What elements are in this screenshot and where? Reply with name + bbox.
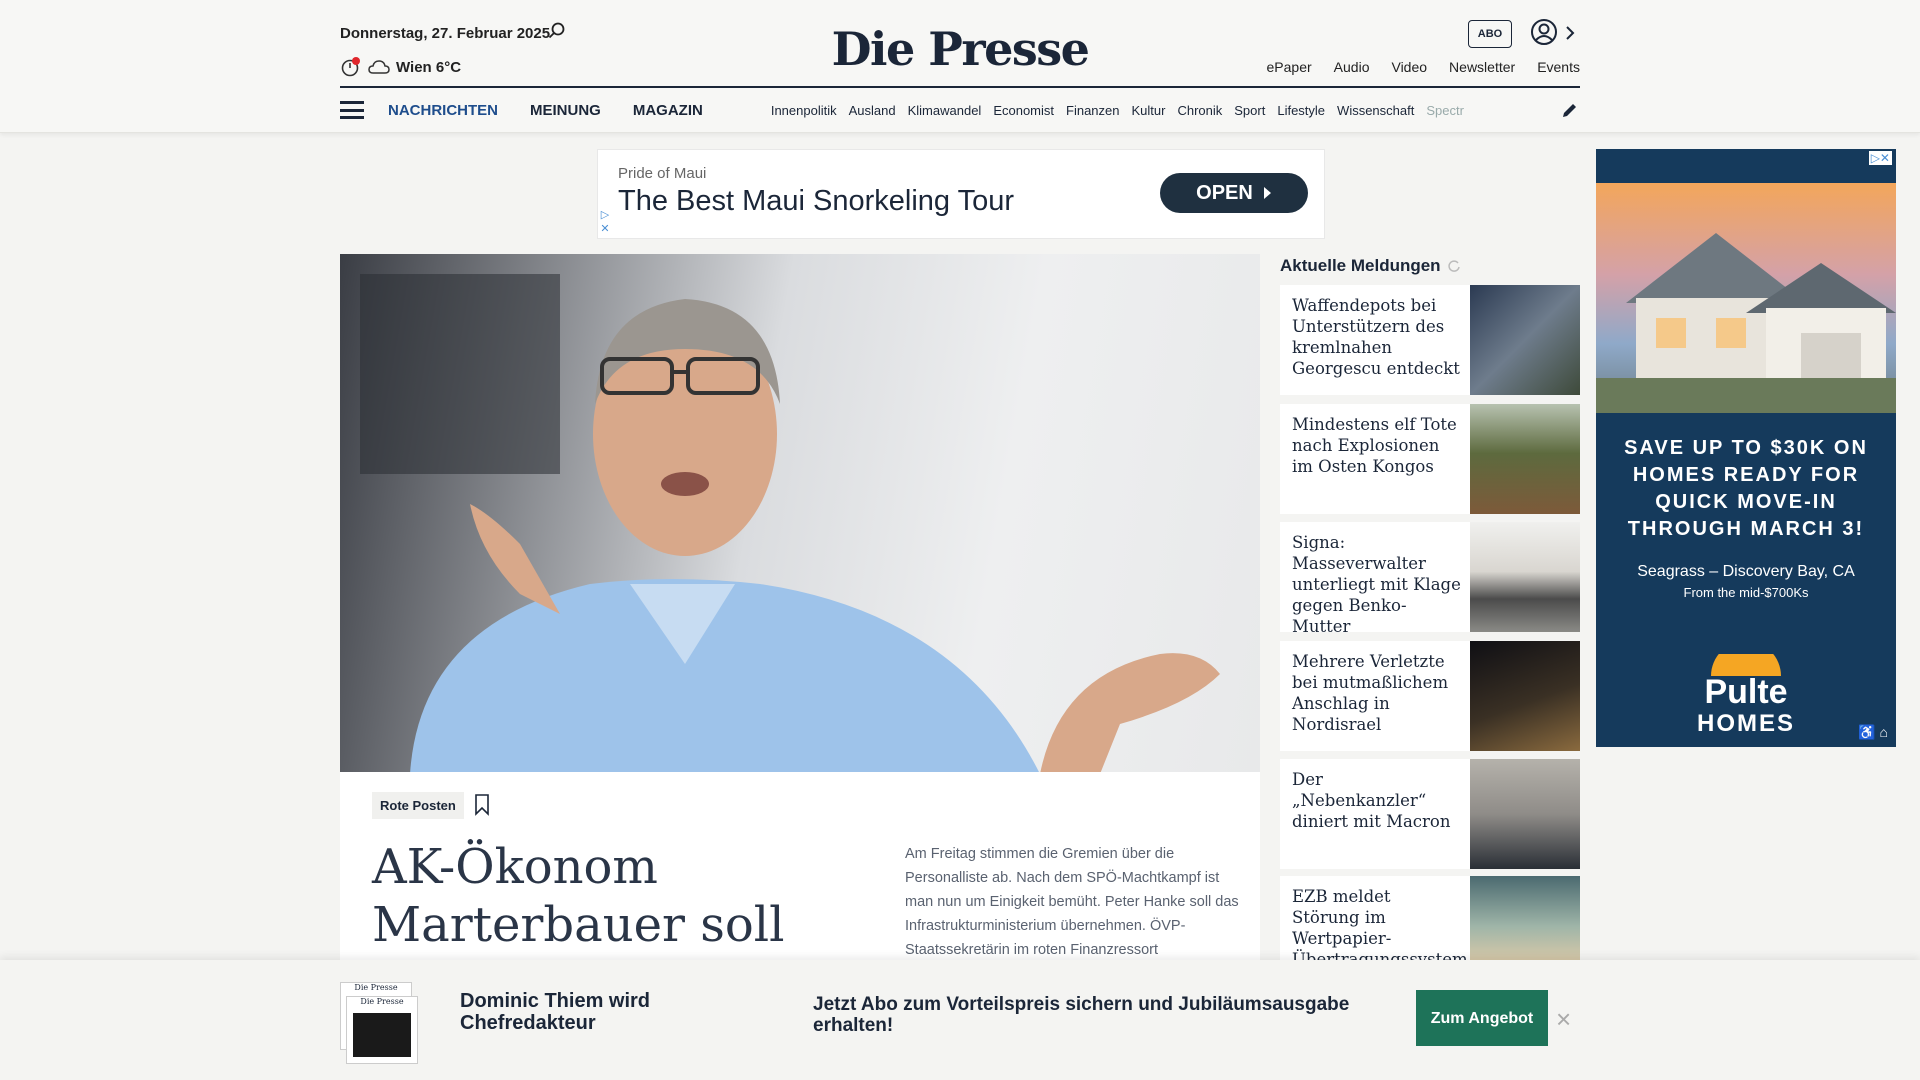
zum-angebot-button[interactable]: Zum Angebot [1416, 990, 1548, 1046]
ad-choices-icon[interactable]: ▷✕ [1868, 151, 1892, 165]
close-icon[interactable]: × [1556, 1004, 1571, 1035]
news-item-title: Signa: Masseverwalter unterliegt mit Kla… [1292, 533, 1461, 636]
menu-icon[interactable] [340, 101, 364, 119]
subnav-spectrum[interactable]: Spectr [1426, 103, 1464, 118]
subnav-wissenschaft[interactable]: Wissenschaft [1337, 103, 1414, 118]
ad-choices-icon[interactable]: ▷✕ [598, 208, 612, 236]
news-item[interactable]: EZB meldet Störung im Wertpapier-Übertra… [1280, 876, 1580, 969]
subnav-lifestyle[interactable]: Lifestyle [1277, 103, 1325, 118]
news-item-image [1470, 404, 1580, 514]
subnav-ausland[interactable]: Ausland [849, 103, 896, 118]
portrait-illustration [360, 274, 1220, 774]
abo-button[interactable]: ABO [1468, 20, 1512, 48]
play-arrow-icon [1263, 187, 1271, 199]
account-icon[interactable] [1530, 18, 1560, 48]
subnav-kultur[interactable]: Kultur [1132, 103, 1166, 118]
subscription-bar: Die Presse Die Presse Dominic Thiem wird… [0, 960, 1920, 1080]
ad-headline[interactable]: The Best Maui Snorkeling Tour [618, 185, 1014, 218]
news-item-title: Mindestens elf Tote nach Explosionen im … [1292, 415, 1457, 476]
refresh-icon [1447, 260, 1460, 272]
pulte-homes-logo: Pulte HOMES [1596, 654, 1896, 740]
article-tag[interactable]: Rote Posten [372, 792, 464, 819]
news-item-image [1470, 522, 1580, 632]
side-advertisement[interactable]: ▷✕ SAVE UP TO $30K ON HOMES READY FOR QU… [1596, 149, 1896, 747]
subnav-sport[interactable]: Sport [1234, 103, 1265, 118]
news-item-image [1470, 641, 1580, 751]
article-headline[interactable]: AK-Ökonom Marterbauer soll [372, 838, 792, 954]
news-item-title: Waffendepots bei Unterstützern des kreml… [1292, 296, 1460, 378]
subnav-finanzen[interactable]: Finanzen [1066, 103, 1119, 118]
bottom-bar-offer: Jetzt Abo zum Vorteilspreis sichern und … [813, 994, 1350, 1036]
subnav-klimawandel[interactable]: Klimawandel [908, 103, 982, 118]
news-item[interactable]: Signa: Masseverwalter unterliegt mit Kla… [1280, 522, 1580, 636]
side-ad-promo: SAVE UP TO $30K ON HOMES READY FOR QUICK… [1624, 437, 1868, 540]
news-item[interactable]: Waffendepots bei Unterstützern des kreml… [1280, 285, 1580, 395]
link-newsletter[interactable]: Newsletter [1449, 59, 1515, 75]
site-logo[interactable]: Die Presse [0, 22, 1920, 76]
link-audio[interactable]: Audio [1334, 59, 1370, 75]
pencil-icon[interactable] [1560, 100, 1580, 120]
link-events[interactable]: Events [1537, 59, 1580, 75]
bottom-bar-teaser[interactable]: Dominic Thiem wird Chefredakteur [460, 990, 690, 1034]
header-divider [340, 86, 1580, 88]
news-item-title: Der „Nebenkanzler“ diniert mit Macron [1292, 770, 1451, 831]
sidebar-heading-text: Aktuelle Meldungen [1280, 256, 1441, 275]
site-header: Donnerstag, 27. Februar 2025 Wien 6°C Di… [0, 0, 1920, 133]
article-lead: Am Freitag stimmen die Gremien über die … [905, 846, 1239, 958]
sidebar-heading: Aktuelle Meldungen [1280, 256, 1461, 276]
ad-open-button[interactable]: OPEN [1160, 173, 1308, 213]
nav-nachrichten[interactable]: NACHRICHTEN [388, 102, 498, 119]
link-video[interactable]: Video [1391, 59, 1427, 75]
ad-sponsor: Pride of Maui [618, 165, 707, 182]
nav-magazin[interactable]: MAGAZIN [633, 102, 703, 119]
link-epaper[interactable]: ePaper [1267, 59, 1312, 75]
nav-meinung[interactable]: MEINUNG [530, 102, 601, 119]
news-item-title: EZB meldet Störung im Wertpapier-Übertra… [1292, 887, 1468, 969]
brand-line-2: HOMES [1696, 710, 1795, 737]
news-item-image [1470, 759, 1580, 869]
chevron-right-icon[interactable] [1564, 24, 1576, 42]
bookmark-icon[interactable] [474, 794, 490, 816]
news-item-image [1470, 285, 1580, 395]
main-navigation: NACHRICHTEN MEINUNG MAGAZIN Innenpolitik… [340, 98, 1580, 122]
hero-image[interactable] [340, 254, 1260, 774]
sub-navigation: Innenpolitik Ausland Klimawandel Economi… [771, 103, 1531, 118]
subnav-chronik[interactable]: Chronik [1177, 103, 1222, 118]
side-ad-location: Seagrass – Discovery Bay, CA [1637, 563, 1855, 580]
news-item[interactable]: Mehrere Verletzte bei mutmaßlichem Ansch… [1280, 641, 1580, 751]
news-item-image [1470, 876, 1580, 960]
newspaper-thumbnail: Die Presse Die Presse [340, 982, 420, 1064]
accessibility-icon: ♿ ⌂ [1858, 724, 1888, 740]
house-image [1596, 183, 1896, 413]
top-links: ePaper Audio Video Newsletter Events [1267, 59, 1580, 75]
ad-banner[interactable]: Pride of Maui The Best Maui Snorkeling T… [597, 149, 1325, 239]
news-item[interactable]: Mindestens elf Tote nach Explosionen im … [1280, 404, 1580, 514]
brand-line-1: Pulte [1704, 673, 1788, 711]
ad-open-label: OPEN [1196, 181, 1253, 204]
news-item[interactable]: Der „Nebenkanzler“ diniert mit Macron [1280, 759, 1580, 869]
news-item-title: Mehrere Verletzte bei mutmaßlichem Ansch… [1292, 652, 1449, 734]
side-ad-price: From the mid-$700Ks [1683, 585, 1809, 600]
subnav-economist[interactable]: Economist [993, 103, 1054, 118]
subnav-innenpolitik[interactable]: Innenpolitik [771, 103, 837, 118]
